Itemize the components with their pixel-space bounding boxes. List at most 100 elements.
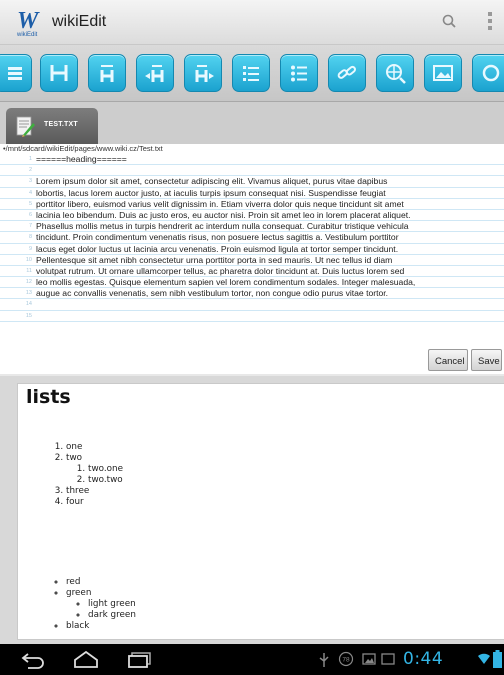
list-item: light green xyxy=(88,599,136,610)
line-text: Pellentesque sit amet nibh consectetur u… xyxy=(36,254,393,265)
more-icon xyxy=(482,64,500,82)
link-icon xyxy=(337,65,356,79)
link-button[interactable] xyxy=(328,54,366,92)
image-notification-icon xyxy=(362,653,376,665)
line-number: 14 xyxy=(25,301,32,308)
numbered-list-icon xyxy=(243,66,259,81)
editor-line[interactable]: 9 lacus eget dolor luctus ut lacinia arcu… xyxy=(0,244,504,255)
unordered-list: red green light green dark green black xyxy=(18,577,136,632)
overflow-dot xyxy=(488,12,492,16)
line-number: 2 xyxy=(28,167,32,174)
list-item: four xyxy=(66,497,123,508)
line-text: ======heading====== xyxy=(36,154,127,164)
bullet-list-icon xyxy=(291,65,307,82)
action-bar: W wikiEdit wikiEdit xyxy=(0,0,504,45)
line-number: 9 xyxy=(28,245,32,252)
editor-line[interactable]: 10 Pellentesque sit amet nibh consectetur… xyxy=(0,255,504,266)
home-icon[interactable] xyxy=(72,649,100,669)
text-editor[interactable]: •/mnt/sdcard/wikiEdit/pages/www.wiki.cz/… xyxy=(0,144,504,374)
heading-increase-button[interactable] xyxy=(184,54,222,92)
usb-icon xyxy=(319,653,329,667)
editor-line[interactable]: 6 lacinia leo bibendum. Duis ac justo ero… xyxy=(0,209,504,222)
line-number: 6 xyxy=(28,211,32,218)
back-icon[interactable] xyxy=(20,650,46,670)
list-item: three xyxy=(66,486,123,497)
line-text: volutpat rutrum. Ut ornare ullamcorper t… xyxy=(36,265,405,276)
editor-line[interactable]: 8 tincidunt. Proin condimentum venenatis … xyxy=(0,232,504,244)
editor-line[interactable]: 2 xyxy=(0,165,504,177)
screenshot-icon xyxy=(381,653,395,665)
line-number: 13 xyxy=(25,290,32,297)
heading-decrease-icon xyxy=(145,65,164,82)
editor-line[interactable]: 14 xyxy=(0,299,504,311)
text-file-icon xyxy=(16,116,35,137)
heading-button[interactable] xyxy=(40,54,78,92)
line-number: 3 xyxy=(28,178,32,185)
menu-icon xyxy=(8,67,22,80)
clock: 0:44 xyxy=(403,649,444,669)
bullet-list-button[interactable] xyxy=(280,54,318,92)
line-number: 4 xyxy=(28,189,32,196)
line-text: lacinia leo bibendum. Duis ac justo eros… xyxy=(36,209,411,220)
app-title: wikiEdit xyxy=(52,13,107,30)
list-item-label: two xyxy=(66,453,83,463)
list-item: black xyxy=(66,621,136,632)
editor-line[interactable]: 12 leo mollis egestas. Quisque elementum … xyxy=(0,277,504,289)
editor-line[interactable]: 1 ======heading====== xyxy=(0,154,504,166)
editor-line[interactable]: 11 volutpat rutrum. Ut ornare ullamcorper… xyxy=(0,265,504,278)
file-tab-strip: TEST.TXT xyxy=(0,102,504,146)
rendered-preview[interactable]: lists one two two.one two.two three four… xyxy=(17,383,504,640)
overflow-menu-button[interactable] xyxy=(484,10,496,34)
save-button[interactable]: Save xyxy=(471,349,502,371)
image-button[interactable] xyxy=(424,54,462,92)
numbered-list-button[interactable] xyxy=(232,54,270,92)
globe-link-icon xyxy=(386,64,406,84)
heading-icon xyxy=(50,65,68,81)
line-text: tincidunt. Proin condimentum venenatis r… xyxy=(36,232,399,243)
app-logo[interactable]: W wikiEdit xyxy=(14,6,46,38)
line-text: Phasellus mollis metus in turpis hendrer… xyxy=(36,221,409,232)
line-number: 10 xyxy=(25,256,32,263)
editor-line[interactable]: 7 Phasellus mollis metus in turpis hendre… xyxy=(0,221,504,233)
list-item: two two.one two.two xyxy=(66,453,123,486)
preview-area: lists one two two.one two.two three four… xyxy=(0,376,504,644)
line-text: porttitor libero, euismod varius velit d… xyxy=(36,198,404,209)
editor-line[interactable]: 4 lobortis, lacus lorem auctor justo, at … xyxy=(0,188,504,199)
external-link-button[interactable] xyxy=(376,54,414,92)
heading-2-button[interactable] xyxy=(88,54,126,92)
system-bar: 78 0:44 xyxy=(0,644,504,675)
editor-lines[interactable]: 1 ======heading====== 2 3 Lorem ipsum dolo… xyxy=(0,154,504,322)
file-tab-label: TEST.TXT xyxy=(44,121,78,128)
svg-text:78: 78 xyxy=(342,657,350,664)
editor-line[interactable]: 13 augue ac convallis venenatis, sem nibh… xyxy=(0,288,504,300)
menu-button[interactable] xyxy=(0,54,32,92)
editor-line[interactable]: 3 Lorem ipsum dolor sit amet, consectetur… xyxy=(0,176,504,188)
list-item: two.two xyxy=(88,475,123,486)
more-tools-button[interactable] xyxy=(472,54,504,92)
list-item: red xyxy=(66,577,136,588)
recent-apps-icon[interactable] xyxy=(126,650,154,670)
heading-decrease-button[interactable] xyxy=(136,54,174,92)
image-icon xyxy=(433,65,453,81)
line-number: 15 xyxy=(25,312,32,319)
search-button[interactable] xyxy=(440,12,460,32)
line-text: leo mollis egestas. Quisque elementum sa… xyxy=(36,277,416,288)
cancel-button[interactable]: Cancel xyxy=(428,349,468,371)
line-text: lobortis, lacus lorem auctor justo, at i… xyxy=(36,187,386,198)
editor-line[interactable]: 5 porttitor libero, euismod varius velit … xyxy=(0,199,504,210)
line-number: 1 xyxy=(28,156,32,162)
wikiedit-logo-icon: W wikiEdit xyxy=(16,8,40,38)
search-icon xyxy=(442,14,456,28)
file-tab-test[interactable]: TEST.TXT xyxy=(6,108,98,144)
preview-heading: lists xyxy=(26,386,71,408)
wifi-icon xyxy=(478,653,490,664)
list-item: one xyxy=(66,442,123,453)
line-number: 5 xyxy=(28,200,32,207)
list-item: two.one xyxy=(88,464,123,475)
format-toolbar xyxy=(0,45,504,102)
line-number: 8 xyxy=(28,234,32,241)
overflow-dot xyxy=(488,26,492,30)
editor-line[interactable]: 15 xyxy=(0,311,504,322)
line-text: augue ac convallis venenatis, sem nibh v… xyxy=(36,288,389,299)
list-item: dark green xyxy=(88,610,136,621)
